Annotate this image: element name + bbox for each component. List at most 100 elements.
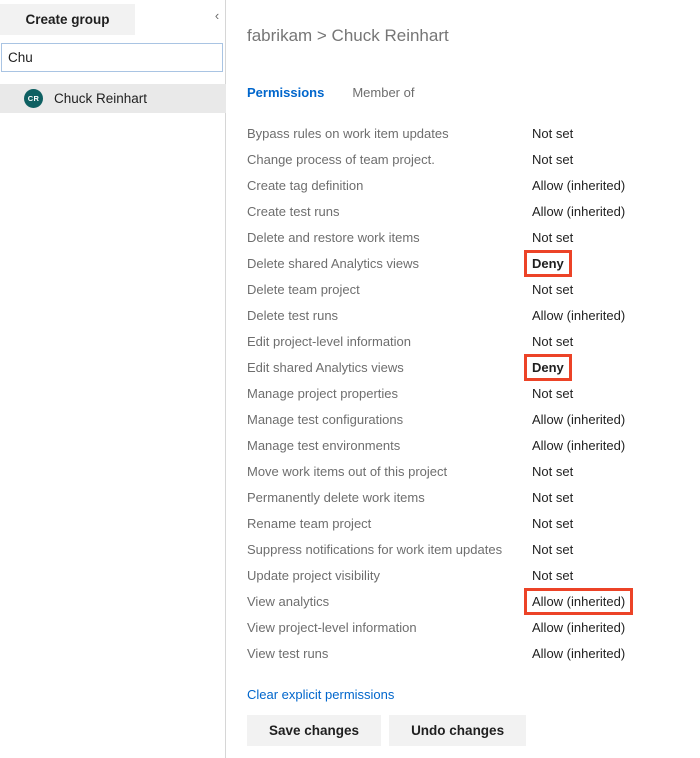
identity-result-list: CR Chuck Reinhart <box>0 84 226 113</box>
permission-row: Manage test configurations Allow (inherit… <box>227 406 700 432</box>
permission-value-dropdown[interactable]: Not set <box>527 227 578 248</box>
permission-row: View test runs Allow (inherited) <box>227 640 700 666</box>
create-group-button[interactable]: Create group <box>0 4 135 35</box>
permission-value-cell: Not set <box>532 224 573 250</box>
permission-label: View project-level information <box>247 619 417 635</box>
permissions-panel: fabrikam > Chuck Reinhart Permissions Mem… <box>227 0 700 758</box>
avatar: CR <box>24 89 43 108</box>
permission-label: View analytics <box>247 593 330 609</box>
permission-value-cell: Allow (inherited) <box>532 172 625 198</box>
permission-row: Manage project properties Not set <box>227 380 700 406</box>
permission-value-cell: Allow (inherited) <box>532 432 625 458</box>
breadcrumb: fabrikam > Chuck Reinhart <box>247 26 449 45</box>
permission-label: Manage test environments <box>247 437 401 453</box>
permission-row: Edit shared Analytics views Deny <box>227 353 700 381</box>
permission-value-dropdown[interactable]: Not set <box>527 279 578 300</box>
permission-label: Update project visibility <box>247 567 380 583</box>
permission-value-dropdown[interactable]: Allow (inherited) <box>527 409 630 430</box>
permission-row: Bypass rules on work item updates Not set <box>227 120 700 146</box>
permission-label: Permanently delete work items <box>247 489 425 505</box>
permission-value-dropdown[interactable]: Allow (inherited) <box>523 587 634 615</box>
permission-value-cell: Not set <box>532 458 573 484</box>
permission-value-dropdown[interactable]: Deny <box>524 353 572 381</box>
permission-value-dropdown[interactable]: Not set <box>527 149 578 170</box>
permission-value-dropdown[interactable]: Not set <box>527 539 578 560</box>
permission-value-dropdown[interactable]: Allow (inherited) <box>527 643 630 664</box>
permission-label: Manage project properties <box>247 385 399 401</box>
permission-row: Permanently delete work items Not set <box>227 484 700 510</box>
permission-value-dropdown[interactable]: Not set <box>527 331 578 352</box>
permission-row: Delete test runs Allow (inherited) <box>227 302 700 328</box>
permission-row: Move work items out of this project Not s… <box>227 458 700 484</box>
tab-member-of[interactable]: Member of <box>352 85 414 100</box>
permission-value-cell: Not set <box>532 120 573 146</box>
permission-label: Create test runs <box>247 203 340 219</box>
permission-label: Rename team project <box>247 515 372 531</box>
permission-label: Edit shared Analytics views <box>247 359 404 375</box>
save-changes-button[interactable]: Save changes <box>247 715 382 746</box>
permission-label: Delete shared Analytics views <box>247 255 419 271</box>
permission-value-cell: Not set <box>532 328 573 354</box>
permission-value-cell: Not set <box>532 380 573 406</box>
permission-label: Move work items out of this project <box>247 463 448 479</box>
permission-value-dropdown[interactable]: Allow (inherited) <box>527 175 630 196</box>
permission-row: Delete team project Not set <box>227 276 700 302</box>
permission-row: Edit project-level information Not set <box>227 328 700 354</box>
identity-name: Chuck Reinhart <box>54 91 148 106</box>
permission-row: View analytics Allow (inherited) <box>227 587 700 615</box>
permission-value-cell: Not set <box>532 562 573 588</box>
permission-label: View test runs <box>247 645 329 661</box>
chevron-left-icon[interactable]: ‹ <box>208 7 226 25</box>
search-input[interactable] <box>1 43 223 72</box>
permission-row: Delete shared Analytics views Deny <box>227 249 700 277</box>
permission-value-cell: Not set <box>532 276 573 302</box>
permission-row: Change process of team project. Not set <box>227 146 700 172</box>
permission-label: Bypass rules on work item updates <box>247 125 449 141</box>
permission-list: Bypass rules on work item updates Not set… <box>227 120 700 666</box>
clear-explicit-permissions-link[interactable]: Clear explicit permissions <box>247 687 394 702</box>
permission-value-cell: Allow (inherited) <box>532 302 625 328</box>
action-button-group: Save changes Undo changes <box>247 715 527 746</box>
identity-sidebar: Create group ‹ CR Chuck Reinhart <box>0 0 226 758</box>
permission-row: View project-level information Allow (inh… <box>227 614 700 640</box>
permission-value-dropdown[interactable]: Deny <box>524 249 572 277</box>
permission-value-cell: Allow (inherited) <box>523 587 634 615</box>
permission-value-dropdown[interactable]: Allow (inherited) <box>527 305 630 326</box>
permission-value-dropdown[interactable]: Not set <box>527 513 578 534</box>
permission-row: Delete and restore work items Not set <box>227 224 700 250</box>
list-item[interactable]: CR Chuck Reinhart <box>0 84 226 113</box>
permission-label: Create tag definition <box>247 177 364 193</box>
permission-row: Suppress notifications for work item upd… <box>227 536 700 562</box>
permission-label: Delete and restore work items <box>247 229 420 245</box>
permission-label: Change process of team project. <box>247 151 435 167</box>
permission-value-dropdown[interactable]: Not set <box>527 123 578 144</box>
permission-value-dropdown[interactable]: Allow (inherited) <box>527 201 630 222</box>
permission-value-cell: Not set <box>532 510 573 536</box>
permission-row: Manage test environments Allow (inherited… <box>227 432 700 458</box>
permission-value-cell: Deny <box>524 249 572 277</box>
permission-label: Manage test configurations <box>247 411 404 427</box>
permission-value-dropdown[interactable]: Not set <box>527 565 578 586</box>
permission-label: Delete test runs <box>247 307 339 323</box>
permission-row: Rename team project Not set <box>227 510 700 536</box>
permission-value-cell: Not set <box>532 484 573 510</box>
permission-row: Create tag definition Allow (inherited) <box>227 172 700 198</box>
undo-changes-button[interactable]: Undo changes <box>389 715 527 746</box>
permission-label: Edit project-level information <box>247 333 412 349</box>
permission-value-dropdown[interactable]: Not set <box>527 461 578 482</box>
permission-value-cell: Not set <box>532 536 573 562</box>
permission-value-dropdown[interactable]: Not set <box>527 383 578 404</box>
permission-value-dropdown[interactable]: Allow (inherited) <box>527 435 630 456</box>
permission-value-dropdown[interactable]: Allow (inherited) <box>527 617 630 638</box>
permission-row: Update project visibility Not set <box>227 562 700 588</box>
permission-label: Delete team project <box>247 281 360 297</box>
permission-value-cell: Allow (inherited) <box>532 406 625 432</box>
permission-value-cell: Allow (inherited) <box>532 640 625 666</box>
permission-label: Suppress notifications for work item upd… <box>247 541 503 557</box>
permission-value-dropdown[interactable]: Not set <box>527 487 578 508</box>
permission-value-cell: Allow (inherited) <box>532 614 625 640</box>
permission-value-cell: Deny <box>524 353 572 381</box>
permission-value-cell: Not set <box>532 146 573 172</box>
permission-row: Create test runs Allow (inherited) <box>227 198 700 224</box>
tab-permissions[interactable]: Permissions <box>247 85 324 100</box>
